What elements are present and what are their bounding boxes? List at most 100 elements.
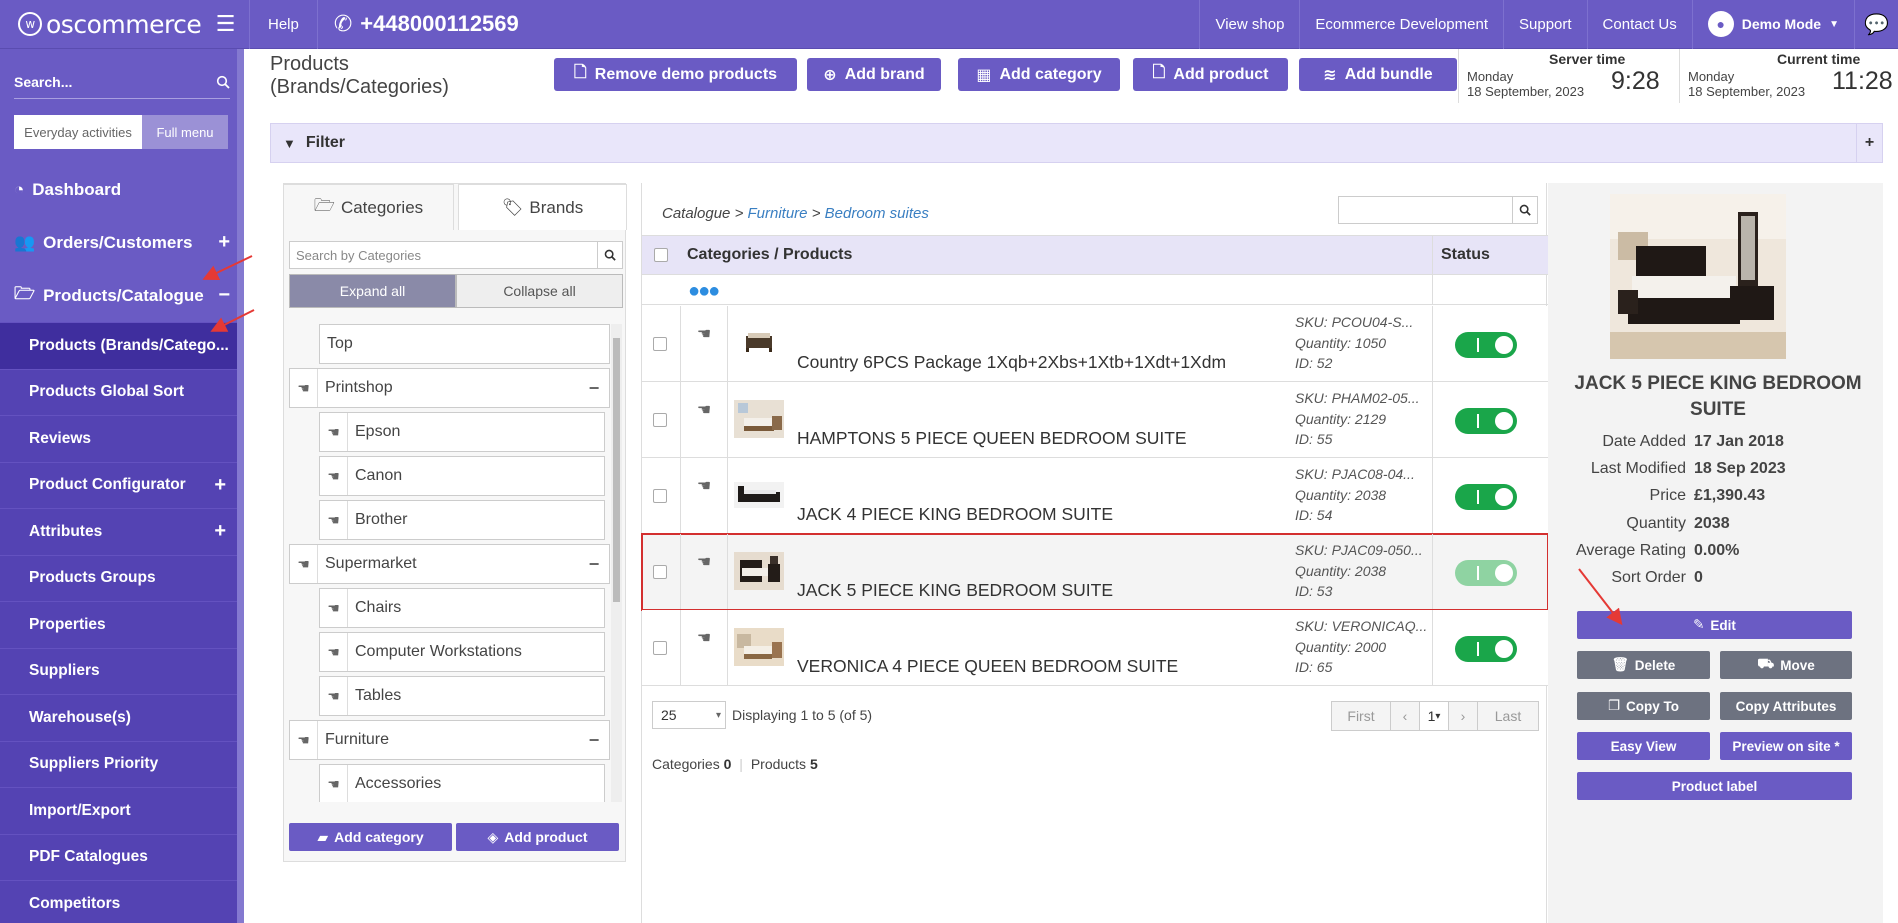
drag-hand-icon[interactable]: ☚ bbox=[320, 677, 348, 715]
sidebar-subitem-products-groups[interactable]: Products Groups bbox=[0, 554, 244, 601]
drag-hand-icon[interactable]: ☚ bbox=[320, 633, 348, 671]
row-checkbox[interactable] bbox=[653, 489, 667, 503]
chat-icon[interactable]: 💬 bbox=[1854, 0, 1898, 49]
next-page-button[interactable]: › bbox=[1448, 701, 1478, 731]
status-toggle[interactable] bbox=[1455, 484, 1517, 510]
add-category-button[interactable]: ▰ Add category bbox=[289, 823, 452, 851]
more-dots-icon[interactable]: ●●● bbox=[688, 280, 720, 303]
sidebar-subitem-warehouses[interactable]: Warehouse(s) bbox=[0, 694, 244, 741]
product-name[interactable]: Country 6PCS Package 1Xqb+2Xbs+1Xtb+1Xdt… bbox=[797, 352, 1226, 373]
expand-plus-icon[interactable]: + bbox=[214, 474, 226, 497]
drag-hand-icon[interactable]: ☚ bbox=[320, 413, 348, 451]
sidebar-item-dashboard[interactable]: ◔ Dashboard bbox=[0, 163, 244, 216]
remove-demo-products-button[interactable]: 🗋 Remove demo products bbox=[554, 58, 797, 91]
last-page-button[interactable]: Last bbox=[1477, 701, 1539, 731]
sidebar-subitem-product-configurator[interactable]: Product Configurator + bbox=[0, 461, 244, 508]
drag-hand-icon[interactable]: ☚ bbox=[320, 589, 348, 627]
sidebar-subitem-import-export[interactable]: Import/Export bbox=[0, 787, 244, 834]
status-toggle[interactable] bbox=[1455, 408, 1517, 434]
add-product-button[interactable]: ◈ Add product bbox=[456, 823, 619, 851]
drag-hand-icon[interactable]: ☚ bbox=[290, 721, 318, 759]
per-page-select[interactable]: 25 bbox=[652, 701, 726, 729]
collapse-minus-icon[interactable]: − bbox=[579, 378, 609, 399]
product-name[interactable]: HAMPTONS 5 PIECE QUEEN BEDROOM SUITE bbox=[797, 428, 1187, 449]
sidebar-subitem-properties[interactable]: Properties bbox=[0, 601, 244, 648]
drag-hand-icon[interactable]: ☚ bbox=[680, 610, 728, 685]
page-select[interactable]: 1 ▾ bbox=[1419, 701, 1449, 731]
drag-hand-icon[interactable]: ☚ bbox=[680, 382, 728, 457]
search-icon[interactable] bbox=[1513, 197, 1537, 223]
table-row[interactable]: ☚ HAMPTONS 5 PIECE QUEEN BEDROOM SUITE S… bbox=[642, 382, 1548, 458]
sidebar-subitem-suppliers-priority[interactable]: Suppliers Priority bbox=[0, 740, 244, 787]
sidebar-subitem-products-brands-categories[interactable]: Products (Brands/Catego... bbox=[0, 322, 244, 369]
support-link[interactable]: Support bbox=[1503, 0, 1587, 49]
tree-node-furniture[interactable]: ☚ Furniture − bbox=[289, 720, 610, 760]
product-name[interactable]: JACK 4 PIECE KING BEDROOM SUITE bbox=[797, 504, 1113, 525]
tab-categories[interactable]: 🗁 Categories bbox=[284, 184, 454, 230]
sidebar-subitem-reviews[interactable]: Reviews bbox=[0, 415, 244, 462]
breadcrumb-root[interactable]: Catalogue bbox=[662, 205, 730, 222]
sidebar-subitem-attributes[interactable]: Attributes + bbox=[0, 508, 244, 555]
sidebar-subitem-competitors[interactable]: Competitors bbox=[0, 880, 244, 923]
contact-us-link[interactable]: Contact Us bbox=[1586, 0, 1692, 49]
status-toggle[interactable] bbox=[1455, 636, 1517, 662]
tree-node-computer-workstations[interactable]: ☚ Computer Workstations bbox=[319, 632, 605, 672]
product-label-button[interactable]: Product label bbox=[1577, 772, 1852, 800]
row-checkbox[interactable] bbox=[653, 565, 667, 579]
breadcrumb-bedroom-suites-link[interactable]: Bedroom suites bbox=[825, 205, 929, 222]
drag-hand-icon[interactable]: ☚ bbox=[680, 306, 728, 381]
add-category-button[interactable]: ▦ Add category bbox=[958, 58, 1120, 91]
ecommerce-development-link[interactable]: Ecommerce Development bbox=[1299, 0, 1503, 49]
table-row[interactable]: ☚ JACK 4 PIECE KING BEDROOM SUITE SKU: P… bbox=[642, 458, 1548, 534]
status-toggle[interactable] bbox=[1455, 332, 1517, 358]
scrollbar-thumb[interactable] bbox=[613, 338, 620, 602]
full-menu-button[interactable]: Full menu bbox=[142, 115, 228, 149]
sidebar-subitem-pdf-catalogues[interactable]: PDF Catalogues bbox=[0, 833, 244, 880]
table-row-selected[interactable]: ☚ JACK 5 PIECE KING BEDROOM SUITE SKU: P… bbox=[641, 533, 1549, 611]
menu-toggle-icon[interactable]: ☰ bbox=[202, 0, 250, 49]
row-checkbox[interactable] bbox=[653, 413, 667, 427]
filter-expand-icon[interactable]: + bbox=[1856, 124, 1882, 162]
tree-node-canon[interactable]: ☚ Canon bbox=[319, 456, 605, 496]
expand-all-button[interactable]: Expand all bbox=[289, 274, 456, 308]
copy-attributes-button[interactable]: Copy Attributes bbox=[1720, 692, 1852, 720]
preview-on-site-button[interactable]: Preview on site * bbox=[1720, 732, 1852, 760]
tree-node-supermarket[interactable]: ☚ Supermarket − bbox=[289, 544, 610, 584]
product-name[interactable]: VERONICA 4 PIECE QUEEN BEDROOM SUITE bbox=[797, 656, 1178, 677]
move-button[interactable]: ⛟ Move bbox=[1720, 651, 1852, 679]
phone-number[interactable]: ✆ +448000112569 bbox=[318, 0, 535, 49]
tree-node-brother[interactable]: ☚ Brother bbox=[319, 500, 605, 540]
tree-scrollbar[interactable] bbox=[611, 324, 622, 802]
collapse-minus-icon[interactable]: − bbox=[218, 284, 230, 307]
delete-button[interactable]: 🗑 Delete bbox=[1577, 651, 1710, 679]
drag-hand-icon[interactable]: ☚ bbox=[290, 369, 318, 407]
parent-level-row[interactable]: ●●● bbox=[642, 275, 1548, 305]
row-checkbox[interactable] bbox=[653, 641, 667, 655]
collapse-all-button[interactable]: Collapse all bbox=[456, 274, 623, 308]
tree-node-accessories[interactable]: ☚ Accessories bbox=[319, 764, 605, 802]
add-brand-button[interactable]: ⊕ Add brand bbox=[807, 58, 941, 91]
user-menu[interactable]: ● Demo Mode ▼ bbox=[1691, 0, 1854, 49]
select-all-checkbox[interactable] bbox=[654, 248, 668, 262]
sidebar-subitem-suppliers[interactable]: Suppliers bbox=[0, 647, 244, 694]
tree-node-printshop[interactable]: ☚ Printshop − bbox=[289, 368, 610, 408]
prev-page-button[interactable]: ‹ bbox=[1390, 701, 1420, 731]
drag-hand-icon[interactable]: ☚ bbox=[320, 501, 348, 539]
grid-search-field[interactable] bbox=[1339, 197, 1513, 223]
tab-brands[interactable]: 🏷 Brands bbox=[458, 184, 627, 230]
sidebar-scrollbar[interactable] bbox=[237, 49, 244, 923]
table-row[interactable]: ☚ VERONICA 4 PIECE QUEEN BEDROOM SUITE S… bbox=[642, 610, 1548, 686]
category-search-input[interactable]: Search by Categories bbox=[289, 241, 623, 269]
sidebar-item-products-catalogue[interactable]: 🗁 Products/Catalogue − bbox=[0, 269, 244, 322]
category-search-placeholder[interactable]: Search by Categories bbox=[290, 242, 598, 268]
collapse-minus-icon[interactable]: − bbox=[579, 554, 609, 575]
expand-plus-icon[interactable]: + bbox=[218, 231, 230, 254]
tree-node-top[interactable]: Top bbox=[319, 324, 610, 364]
search-icon[interactable] bbox=[598, 242, 622, 268]
logo[interactable]: w oscommerce bbox=[0, 0, 202, 49]
drag-hand-icon[interactable]: ☚ bbox=[680, 458, 728, 533]
add-product-button[interactable]: 🗋 Add product bbox=[1133, 58, 1288, 91]
sidebar-search-input[interactable]: Search... bbox=[14, 65, 230, 99]
column-header-status[interactable]: Status bbox=[1432, 235, 1548, 275]
filter-bar[interactable]: ▼ Filter + bbox=[270, 123, 1883, 163]
